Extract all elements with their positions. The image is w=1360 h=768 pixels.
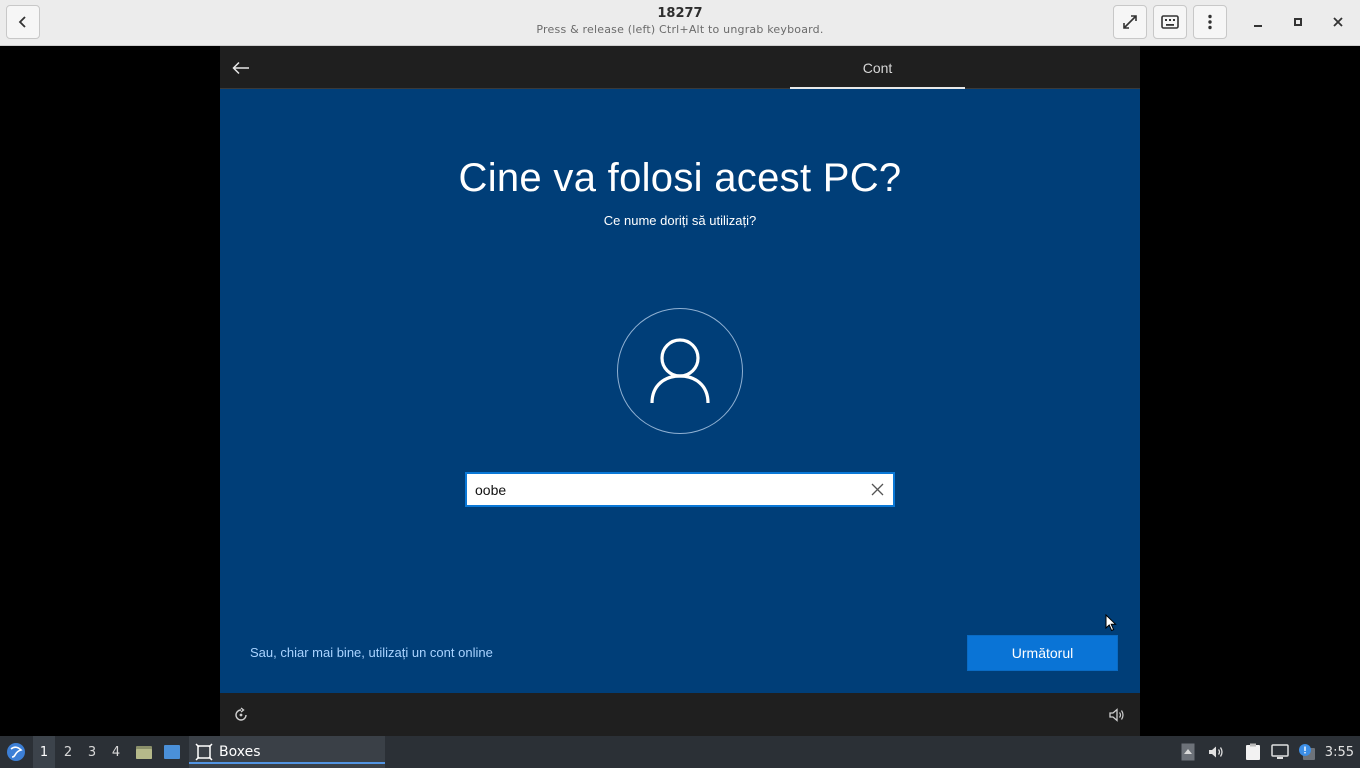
app-menu-button[interactable] xyxy=(4,736,28,768)
vm-display[interactable]: Cont Cine va folosi acest PC? Ce nume do… xyxy=(220,46,1140,736)
maximize-button[interactable] xyxy=(1286,10,1310,34)
tab-account-indicator xyxy=(790,87,965,89)
avatar xyxy=(617,308,743,434)
ease-of-access-button[interactable] xyxy=(231,705,251,725)
page-subtitle: Ce nume doriți să utilizați? xyxy=(603,213,757,228)
boxes-app-icon xyxy=(195,743,213,761)
active-app-indicator xyxy=(189,762,385,764)
arrow-left-icon xyxy=(232,61,249,75)
host-taskbar: 1 2 3 4 Boxes 3:55 xyxy=(0,736,1360,768)
fullscreen-button[interactable] xyxy=(1113,5,1147,39)
tab-account[interactable]: Cont xyxy=(790,46,965,89)
oobe-top-bar xyxy=(220,46,1140,89)
kebab-menu-icon xyxy=(1208,14,1212,30)
tray-arrow-icon xyxy=(1181,743,1195,761)
file-manager-launcher[interactable] xyxy=(133,736,155,768)
taskbar-app-label: Boxes xyxy=(219,744,261,760)
close-icon xyxy=(871,483,883,495)
network-icon xyxy=(1271,744,1289,759)
ease-of-access-icon xyxy=(235,707,247,721)
maximize-icon xyxy=(1294,18,1302,26)
workspace-1[interactable]: 1 xyxy=(33,736,55,768)
tray-scroll-button[interactable] xyxy=(1179,736,1197,768)
workspace-4[interactable]: 4 xyxy=(105,736,127,768)
close-icon xyxy=(1333,17,1343,27)
clear-input-button[interactable] xyxy=(867,479,887,499)
update-notification-icon xyxy=(1299,744,1315,760)
keyboard-button[interactable] xyxy=(1153,5,1187,39)
user-icon xyxy=(650,338,710,404)
fullscreen-icon xyxy=(1123,15,1137,29)
mouse-cursor-icon xyxy=(1105,614,1117,632)
tray-volume[interactable] xyxy=(1206,736,1226,768)
volume-button[interactable] xyxy=(1107,705,1127,725)
page-title: Cine va folosi acest PC? xyxy=(458,156,902,200)
menu-button[interactable] xyxy=(1193,5,1227,39)
minimize-button[interactable] xyxy=(1246,10,1270,34)
username-field[interactable] xyxy=(465,472,895,507)
online-account-link[interactable]: Sau, chiar mai bine, utilizați un cont o… xyxy=(250,645,493,660)
keyboard-icon xyxy=(1161,15,1179,29)
folder-icon xyxy=(136,746,152,759)
oobe-back-button[interactable] xyxy=(230,57,252,79)
boxes-header-bar: 18277 Press & release (left) Ctrl+Alt to… xyxy=(0,0,1360,46)
tray-updates[interactable] xyxy=(1296,736,1318,768)
close-button[interactable] xyxy=(1326,10,1350,34)
workspace-3[interactable]: 3 xyxy=(81,736,103,768)
top-bar-divider xyxy=(220,88,1140,89)
workspace-2[interactable]: 2 xyxy=(57,736,79,768)
show-desktop-button[interactable] xyxy=(161,736,183,768)
distro-logo-icon xyxy=(7,743,25,761)
clock[interactable]: 3:55 xyxy=(1325,736,1354,768)
minimize-icon xyxy=(1254,25,1262,27)
username-input[interactable] xyxy=(467,474,857,505)
desktop-icon xyxy=(164,745,180,759)
tray-network[interactable] xyxy=(1269,736,1291,768)
oobe-bottom-bar xyxy=(220,693,1140,736)
clipboard-icon xyxy=(1246,743,1260,760)
speaker-icon xyxy=(1209,746,1223,758)
speaker-icon xyxy=(1109,708,1124,722)
next-button[interactable]: Următorul xyxy=(967,635,1118,671)
tray-clipboard[interactable] xyxy=(1243,736,1263,768)
